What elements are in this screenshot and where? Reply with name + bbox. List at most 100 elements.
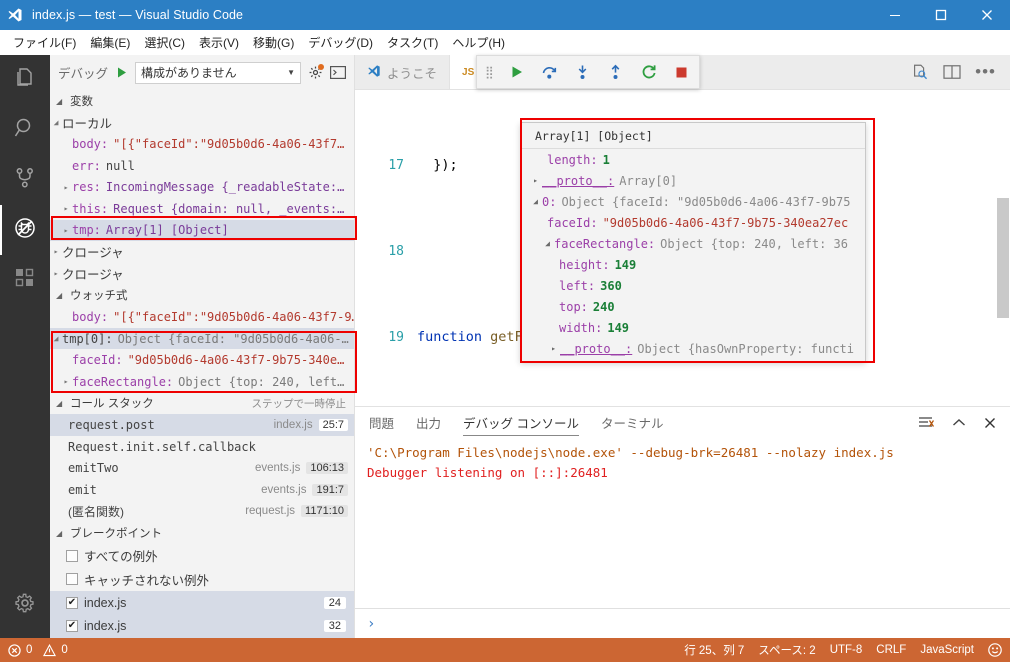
variable-row[interactable]: ▸ res: IncomingMessage {_readableState:…	[50, 177, 354, 199]
debug-settings-gear-icon[interactable]	[308, 64, 324, 80]
watch-row[interactable]: body: "[{"faceId":"9d05b0d6-4a06-43f7-9…	[50, 306, 354, 328]
activity-item-source-control[interactable]	[0, 155, 50, 205]
menu-view[interactable]: 表示(V)	[192, 31, 246, 54]
close-icon[interactable]	[964, 0, 1010, 30]
section-callstack[interactable]: ◢ コール スタック ステップで一時停止	[50, 392, 354, 415]
activity-item-settings[interactable]	[0, 580, 50, 630]
clear-console-icon[interactable]	[918, 416, 935, 433]
tooltip-row[interactable]: height: 149	[521, 254, 865, 275]
maximize-panel-icon[interactable]	[952, 417, 966, 431]
breakpoint-line: 32	[323, 620, 346, 633]
breakpoint-row-all-exceptions[interactable]: すべての例外	[50, 544, 354, 567]
variable-row[interactable]: err: null	[50, 155, 354, 177]
menu-tasks[interactable]: タスク(T)	[380, 31, 445, 54]
status-encoding[interactable]: UTF-8	[830, 644, 863, 656]
menu-go[interactable]: 移動(G)	[246, 31, 301, 54]
panel-tab-output[interactable]: 出力	[416, 413, 441, 435]
step-out-button[interactable]	[607, 61, 625, 83]
menu-edit[interactable]: 編集(E)	[83, 31, 137, 54]
status-right: 行 25、列 7 スペース: 2 UTF-8 CRLF JavaScript	[684, 642, 1002, 658]
close-panel-icon[interactable]	[984, 417, 996, 432]
tooltip-row[interactable]: ▸ __proto__: Object {hasOwnProperty: fun…	[521, 338, 865, 359]
stack-frame[interactable]: (匿名関数) request.js 1171:10	[50, 501, 354, 523]
debug-console-output[interactable]: 'C:\Program Files\nodejs\node.exe' --deb…	[355, 441, 1010, 608]
watch-child-row[interactable]: ▸ faceRectangle: Object {top: 240, left…	[50, 371, 354, 393]
menu-file[interactable]: ファイル(F)	[6, 31, 83, 54]
restart-button[interactable]	[640, 61, 658, 83]
menu-help[interactable]: ヘルプ(H)	[445, 31, 512, 54]
checkbox[interactable]	[66, 549, 78, 562]
drag-handle-icon[interactable]: ⣿	[485, 66, 494, 78]
scope-closure-2[interactable]: ▸ クロージャ	[50, 263, 354, 285]
panel-tab-terminal[interactable]: ターミナル	[601, 413, 664, 435]
status-cursor-position[interactable]: 行 25、列 7	[684, 642, 744, 658]
more-actions-icon[interactable]: •••	[975, 63, 996, 80]
stop-button[interactable]	[673, 61, 691, 83]
breakpoint-row-index-24[interactable]: ✔ index.js 24	[50, 591, 354, 615]
tab-welcome[interactable]: ようこそ	[355, 55, 451, 89]
play-icon[interactable]	[115, 66, 128, 79]
stack-frame[interactable]: emit events.js 191:7	[50, 479, 354, 501]
watch-child-row[interactable]: faceId: "9d05b0d6-4a06-43f7-9b75-340e…	[50, 349, 354, 371]
variable-row[interactable]: ▸ this: Request {domain: null, _events:…	[50, 198, 354, 220]
tooltip-row[interactable]: width: 149	[521, 317, 865, 338]
editor-scrollbar[interactable]	[996, 90, 1010, 406]
status-problems[interactable]: 0 0	[8, 643, 68, 657]
panel-tab-debug-console[interactable]: デバッグ コンソール	[463, 413, 580, 436]
tooltip-row[interactable]: length: 1	[521, 149, 865, 170]
menu-selection[interactable]: 選択(C)	[137, 31, 192, 54]
checkbox[interactable]: ✔	[66, 620, 78, 633]
tooltip-row[interactable]: ◢ 0: Object {faceId: "9d05b0d6-4a06-43f7…	[521, 191, 865, 212]
watch-row-tmp0[interactable]: ◢ tmp[0]: Object {faceId: "9d05b0d6-4a06…	[50, 327, 354, 350]
activity-item-debug[interactable]	[0, 205, 50, 255]
debug-floating-toolbar[interactable]: ⣿	[476, 55, 700, 89]
tooltip-row[interactable]: top: 240	[521, 296, 865, 317]
section-watch[interactable]: ◢ ウォッチ式	[50, 284, 354, 307]
stack-frame[interactable]: Request.init.self.callback	[50, 436, 354, 458]
activity-item-extensions[interactable]	[0, 255, 50, 305]
tooltip-row[interactable]: ◢ faceRectangle: Object {top: 240, left:…	[521, 233, 865, 254]
section-variables[interactable]: ◢ 変数	[50, 90, 354, 112]
variable-row-tmp[interactable]: ▸ tmp: Array[1] [Object]	[50, 219, 354, 242]
maximize-icon[interactable]	[918, 0, 964, 30]
tooltip-row[interactable]: faceId: "9d05b0d6-4a06-43f7-9b75-340ea27…	[521, 212, 865, 233]
stack-frame[interactable]: request.post index.js 25:7	[50, 414, 354, 436]
debug-console-input[interactable]: ›	[355, 608, 1010, 638]
breakpoint-row-uncaught-exceptions[interactable]: キャッチされない例外	[50, 568, 354, 591]
checkbox[interactable]	[66, 573, 78, 586]
breakpoint-row-index-32[interactable]: ✔ index.js 32	[50, 614, 354, 638]
activity-item-explorer[interactable]	[0, 55, 50, 105]
step-over-button[interactable]	[541, 61, 559, 83]
open-preview-icon[interactable]	[911, 63, 929, 81]
step-into-button[interactable]	[574, 61, 592, 83]
checkbox[interactable]: ✔	[66, 596, 78, 609]
scope-local[interactable]: ◢ ローカル	[50, 112, 354, 134]
tooltip-prop-value: Object {hasOwnProperty: functi	[637, 341, 854, 356]
variable-row[interactable]: body: "[{"faceId":"9d05b0d6-4a06-43f7…	[50, 134, 354, 156]
menu-debug[interactable]: デバッグ(D)	[301, 31, 380, 54]
split-editor-icon[interactable]	[943, 64, 961, 80]
activity-item-search[interactable]	[0, 105, 50, 155]
status-indentation[interactable]: スペース: 2	[758, 642, 815, 658]
section-breakpoints[interactable]: ◢ ブレークポイント	[50, 522, 354, 545]
status-eol[interactable]: CRLF	[876, 644, 906, 656]
continue-button[interactable]	[508, 61, 526, 83]
smiley-icon[interactable]	[988, 643, 1002, 657]
tooltip-row[interactable]: left: 360	[521, 275, 865, 296]
tooltip-prop-name: __proto__:	[560, 341, 633, 356]
panel-tab-problems[interactable]: 問題	[369, 413, 394, 435]
minimize-icon[interactable]	[872, 0, 918, 30]
chevron-down-icon: ◢	[545, 239, 550, 248]
debug-configuration-select[interactable]: 構成がありません ▼	[135, 61, 301, 84]
stack-frame[interactable]: emitTwo events.js 106:13	[50, 457, 354, 479]
tooltip-row[interactable]: ▸ __proto__: Object {hasOwnProperty: fun…	[521, 359, 865, 361]
tooltip-row[interactable]: ▸ __proto__: Array[0]	[521, 170, 865, 191]
debug-hover-tooltip[interactable]: Array[1] [Object] length: 1 ▸ __proto__:…	[520, 122, 866, 362]
code-editor[interactable]: 17 }); 18 19 function getFaceRectangle()…	[355, 90, 1010, 406]
scope-closure-1[interactable]: ▸ クロージャ	[50, 241, 354, 263]
status-language-mode[interactable]: JavaScript	[920, 644, 974, 656]
open-console-icon[interactable]	[330, 66, 346, 79]
variable-value: IncomingMessage {_readableState:…	[105, 180, 345, 195]
editor-scrollbar-thumb[interactable]	[997, 198, 1009, 318]
breakpoint-label: すべての例外	[84, 550, 158, 565]
